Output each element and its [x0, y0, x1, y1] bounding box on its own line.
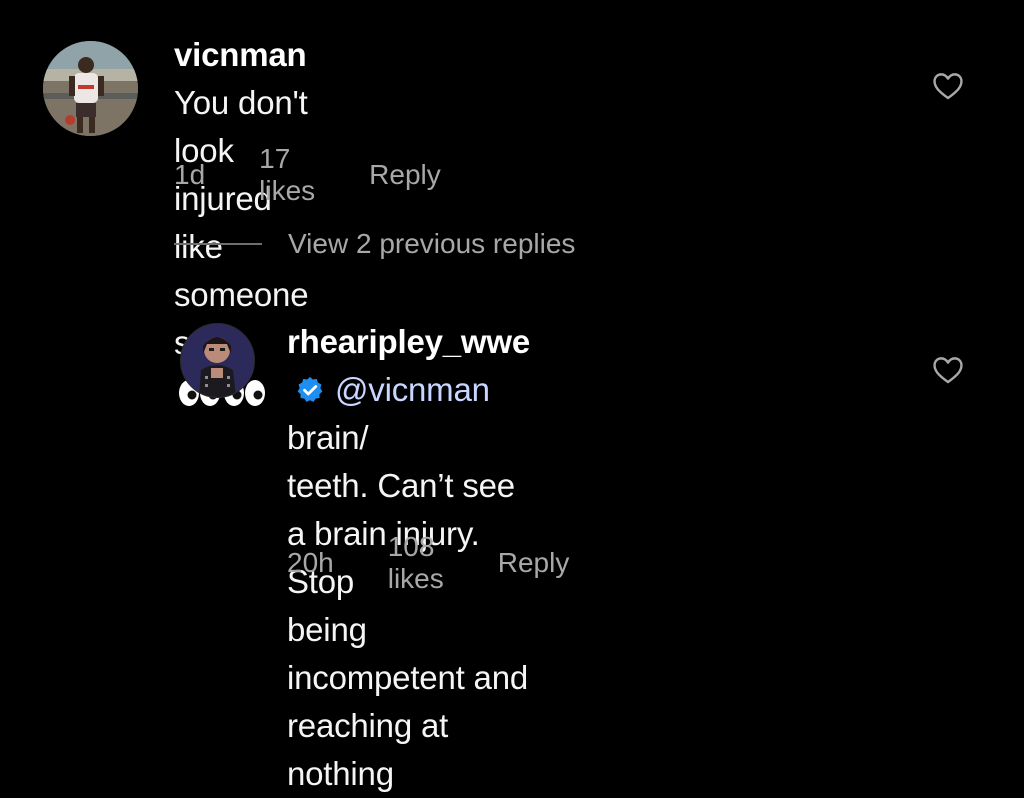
heart-outline-icon[interactable] — [931, 69, 965, 103]
comment-username[interactable]: vicnman — [174, 36, 307, 73]
reply-text-line1: brain/ — [287, 419, 369, 456]
avatar-rhearipley[interactable] — [180, 323, 255, 398]
reply-text-line3: being incompetent and reaching at — [287, 611, 529, 744]
divider-line — [174, 243, 262, 245]
avatar-image — [181, 324, 254, 397]
verified-badge-icon — [297, 376, 323, 402]
reply-time: 20h — [287, 547, 334, 578]
comment-likes[interactable]: 17 likes — [259, 143, 315, 207]
reply-mention[interactable]: @vicnman — [335, 371, 490, 408]
view-previous-replies[interactable]: View 2 previous replies — [174, 228, 575, 260]
reply-reply-button[interactable]: Reply — [498, 547, 570, 579]
comment-time: 1d — [174, 159, 206, 190]
avatar-image — [43, 41, 138, 136]
view-replies-label[interactable]: View 2 previous replies — [288, 228, 575, 260]
reply-meta: 20h 108 likes Reply — [287, 531, 569, 595]
comment-reply-button[interactable]: Reply — [369, 159, 441, 191]
comment-meta: 1d 17 likes Reply — [174, 143, 441, 207]
reply-likes[interactable]: 108 likes — [388, 531, 444, 595]
avatar-vicnman[interactable] — [43, 41, 138, 136]
heart-outline-icon[interactable] — [931, 353, 965, 387]
reply-username[interactable]: rhearipley_wwe — [287, 323, 530, 360]
reply-text-line4: nothing — [287, 755, 394, 792]
